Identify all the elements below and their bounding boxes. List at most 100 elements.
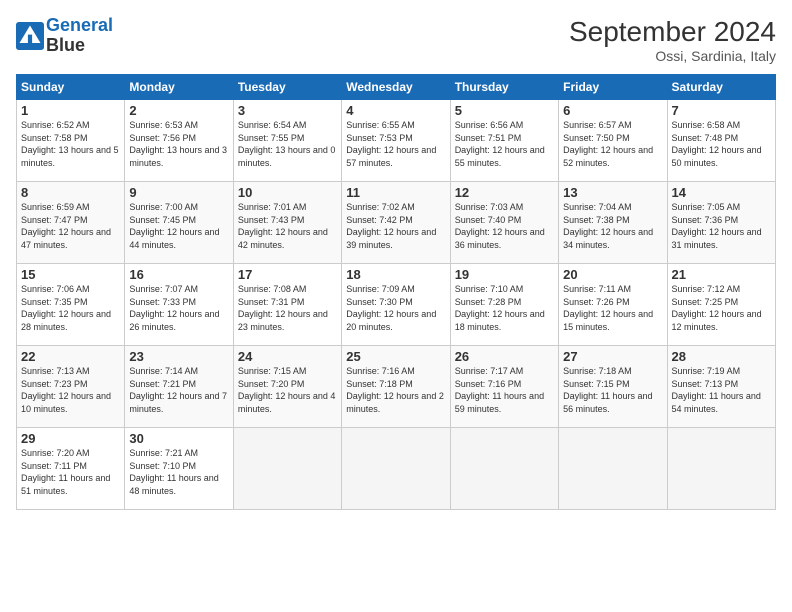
day-cell-9: 9Sunrise: 7:00 AMSunset: 7:45 PMDaylight… [125,182,233,264]
day-cell-7: 7Sunrise: 6:58 AMSunset: 7:48 PMDaylight… [667,100,775,182]
day-info: Sunrise: 7:15 AMSunset: 7:20 PMDaylight:… [238,365,337,415]
day-info: Sunrise: 7:08 AMSunset: 7:31 PMDaylight:… [238,283,337,333]
day-cell-12: 12Sunrise: 7:03 AMSunset: 7:40 PMDayligh… [450,182,558,264]
day-number: 17 [238,267,337,282]
day-cell-20: 20Sunrise: 7:11 AMSunset: 7:26 PMDayligh… [559,264,667,346]
week-row-3: 15Sunrise: 7:06 AMSunset: 7:35 PMDayligh… [17,264,776,346]
day-number: 6 [563,103,662,118]
day-cell-2: 2Sunrise: 6:53 AMSunset: 7:56 PMDaylight… [125,100,233,182]
day-number: 2 [129,103,228,118]
day-info: Sunrise: 7:21 AMSunset: 7:10 PMDaylight:… [129,447,228,497]
empty-cell [667,428,775,510]
day-info: Sunrise: 7:12 AMSunset: 7:25 PMDaylight:… [672,283,771,333]
day-info: Sunrise: 7:01 AMSunset: 7:43 PMDaylight:… [238,201,337,251]
day-info: Sunrise: 7:06 AMSunset: 7:35 PMDaylight:… [21,283,120,333]
day-info: Sunrise: 7:17 AMSunset: 7:16 PMDaylight:… [455,365,554,415]
day-info: Sunrise: 7:09 AMSunset: 7:30 PMDaylight:… [346,283,445,333]
day-info: Sunrise: 7:03 AMSunset: 7:40 PMDaylight:… [455,201,554,251]
page: General Blue September 2024 Ossi, Sardin… [0,0,792,612]
day-info: Sunrise: 6:56 AMSunset: 7:51 PMDaylight:… [455,119,554,169]
day-number: 30 [129,431,228,446]
day-info: Sunrise: 7:14 AMSunset: 7:21 PMDaylight:… [129,365,228,415]
empty-cell [342,428,450,510]
col-sunday: Sunday [17,75,125,100]
day-info: Sunrise: 7:10 AMSunset: 7:28 PMDaylight:… [455,283,554,333]
day-cell-30: 30Sunrise: 7:21 AMSunset: 7:10 PMDayligh… [125,428,233,510]
day-number: 7 [672,103,771,118]
calendar-header-row: Sunday Monday Tuesday Wednesday Thursday… [17,75,776,100]
day-number: 4 [346,103,445,118]
day-info: Sunrise: 7:13 AMSunset: 7:23 PMDaylight:… [21,365,120,415]
empty-cell [559,428,667,510]
logo-icon [16,22,44,50]
week-row-2: 8Sunrise: 6:59 AMSunset: 7:47 PMDaylight… [17,182,776,264]
day-cell-24: 24Sunrise: 7:15 AMSunset: 7:20 PMDayligh… [233,346,341,428]
logo-line1: General [46,15,113,35]
day-number: 15 [21,267,120,282]
day-number: 23 [129,349,228,364]
location: Ossi, Sardinia, Italy [569,48,776,64]
day-cell-29: 29Sunrise: 7:20 AMSunset: 7:11 PMDayligh… [17,428,125,510]
day-info: Sunrise: 6:53 AMSunset: 7:56 PMDaylight:… [129,119,228,169]
col-tuesday: Tuesday [233,75,341,100]
day-cell-11: 11Sunrise: 7:02 AMSunset: 7:42 PMDayligh… [342,182,450,264]
day-cell-25: 25Sunrise: 7:16 AMSunset: 7:18 PMDayligh… [342,346,450,428]
col-thursday: Thursday [450,75,558,100]
day-info: Sunrise: 7:02 AMSunset: 7:42 PMDaylight:… [346,201,445,251]
day-cell-1: 1Sunrise: 6:52 AMSunset: 7:58 PMDaylight… [17,100,125,182]
day-info: Sunrise: 7:19 AMSunset: 7:13 PMDaylight:… [672,365,771,415]
day-number: 8 [21,185,120,200]
day-number: 9 [129,185,228,200]
day-info: Sunrise: 7:04 AMSunset: 7:38 PMDaylight:… [563,201,662,251]
day-cell-26: 26Sunrise: 7:17 AMSunset: 7:16 PMDayligh… [450,346,558,428]
day-info: Sunrise: 6:55 AMSunset: 7:53 PMDaylight:… [346,119,445,169]
day-number: 27 [563,349,662,364]
day-number: 20 [563,267,662,282]
calendar: Sunday Monday Tuesday Wednesday Thursday… [16,74,776,510]
day-number: 5 [455,103,554,118]
day-number: 1 [21,103,120,118]
day-cell-8: 8Sunrise: 6:59 AMSunset: 7:47 PMDaylight… [17,182,125,264]
day-number: 10 [238,185,337,200]
week-row-1: 1Sunrise: 6:52 AMSunset: 7:58 PMDaylight… [17,100,776,182]
col-wednesday: Wednesday [342,75,450,100]
day-number: 21 [672,267,771,282]
empty-cell [233,428,341,510]
day-info: Sunrise: 7:16 AMSunset: 7:18 PMDaylight:… [346,365,445,415]
logo-text: General Blue [46,16,113,56]
day-cell-3: 3Sunrise: 6:54 AMSunset: 7:55 PMDaylight… [233,100,341,182]
day-cell-6: 6Sunrise: 6:57 AMSunset: 7:50 PMDaylight… [559,100,667,182]
day-number: 3 [238,103,337,118]
day-cell-18: 18Sunrise: 7:09 AMSunset: 7:30 PMDayligh… [342,264,450,346]
day-cell-17: 17Sunrise: 7:08 AMSunset: 7:31 PMDayligh… [233,264,341,346]
week-row-5: 29Sunrise: 7:20 AMSunset: 7:11 PMDayligh… [17,428,776,510]
day-number: 11 [346,185,445,200]
day-cell-21: 21Sunrise: 7:12 AMSunset: 7:25 PMDayligh… [667,264,775,346]
col-friday: Friday [559,75,667,100]
day-cell-23: 23Sunrise: 7:14 AMSunset: 7:21 PMDayligh… [125,346,233,428]
day-number: 25 [346,349,445,364]
day-cell-13: 13Sunrise: 7:04 AMSunset: 7:38 PMDayligh… [559,182,667,264]
logo: General Blue [16,16,113,56]
day-cell-14: 14Sunrise: 7:05 AMSunset: 7:36 PMDayligh… [667,182,775,264]
day-info: Sunrise: 7:11 AMSunset: 7:26 PMDaylight:… [563,283,662,333]
day-info: Sunrise: 6:54 AMSunset: 7:55 PMDaylight:… [238,119,337,169]
day-cell-10: 10Sunrise: 7:01 AMSunset: 7:43 PMDayligh… [233,182,341,264]
day-number: 13 [563,185,662,200]
day-info: Sunrise: 7:05 AMSunset: 7:36 PMDaylight:… [672,201,771,251]
col-saturday: Saturday [667,75,775,100]
title-block: September 2024 Ossi, Sardinia, Italy [569,16,776,64]
day-info: Sunrise: 7:18 AMSunset: 7:15 PMDaylight:… [563,365,662,415]
day-info: Sunrise: 6:52 AMSunset: 7:58 PMDaylight:… [21,119,120,169]
day-cell-28: 28Sunrise: 7:19 AMSunset: 7:13 PMDayligh… [667,346,775,428]
day-info: Sunrise: 7:07 AMSunset: 7:33 PMDaylight:… [129,283,228,333]
day-number: 28 [672,349,771,364]
col-monday: Monday [125,75,233,100]
day-cell-15: 15Sunrise: 7:06 AMSunset: 7:35 PMDayligh… [17,264,125,346]
week-row-4: 22Sunrise: 7:13 AMSunset: 7:23 PMDayligh… [17,346,776,428]
logo-line2: Blue [46,35,85,55]
header: General Blue September 2024 Ossi, Sardin… [16,16,776,64]
day-info: Sunrise: 6:58 AMSunset: 7:48 PMDaylight:… [672,119,771,169]
day-number: 14 [672,185,771,200]
day-cell-27: 27Sunrise: 7:18 AMSunset: 7:15 PMDayligh… [559,346,667,428]
